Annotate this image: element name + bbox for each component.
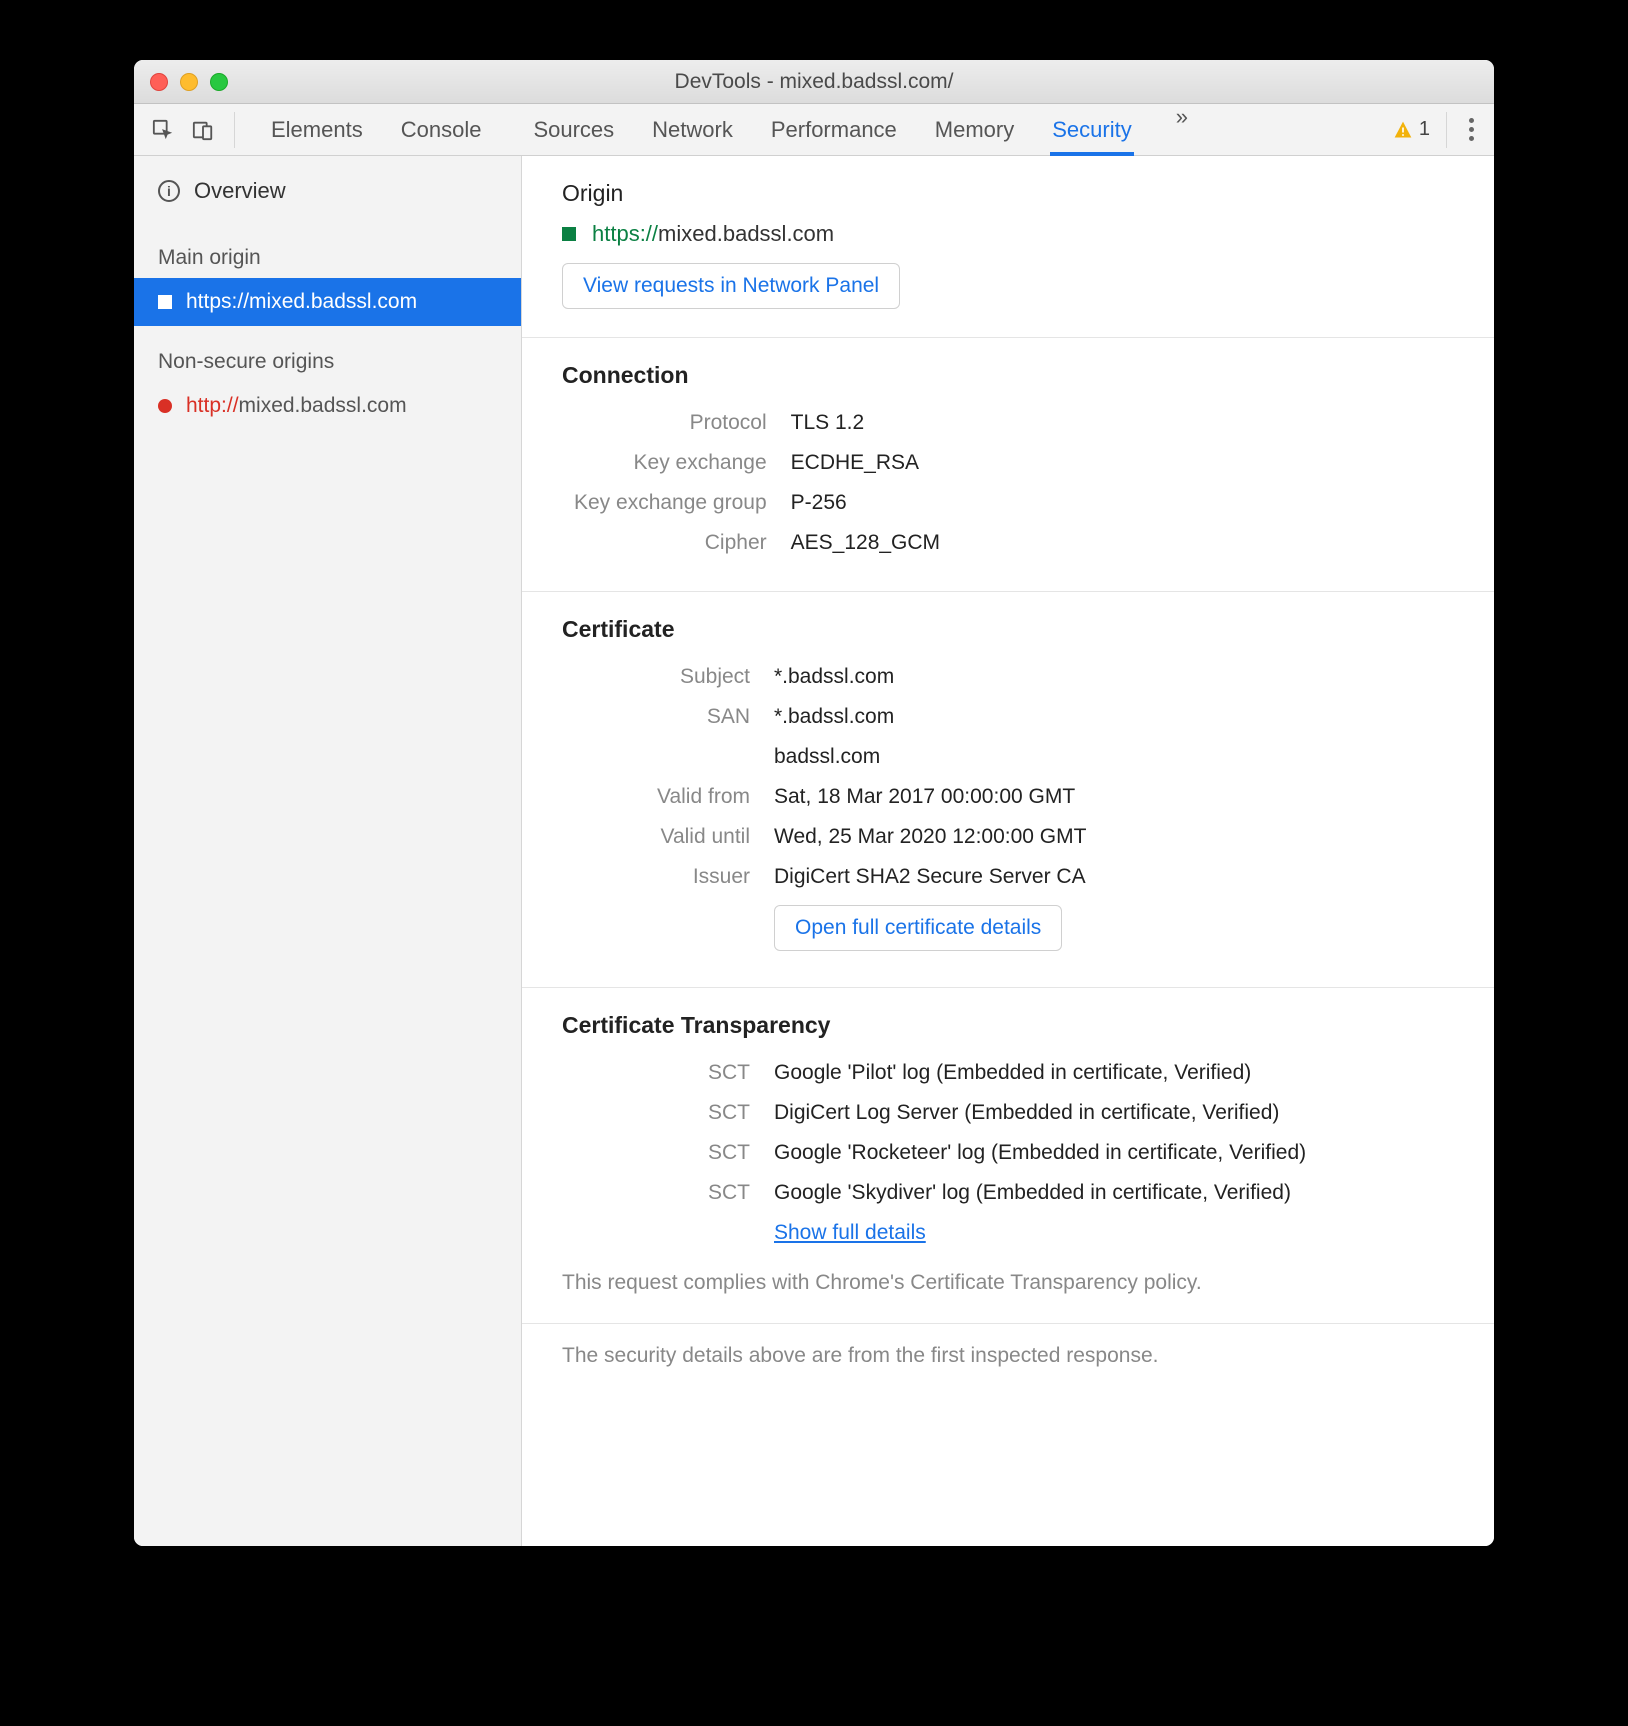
kv-value: Sat, 18 Mar 2017 00:00:00 GMT <box>762 777 1098 817</box>
connection-heading: Connection <box>562 362 1454 389</box>
kv-value: badssl.com <box>762 737 1098 777</box>
tab-sources[interactable]: Sources <box>531 104 616 156</box>
ct-compliance-note: This request complies with Chrome's Cert… <box>562 1271 1454 1295</box>
kv-key: SAN <box>562 697 762 737</box>
titlebar: DevTools - mixed.badssl.com/ <box>134 60 1494 104</box>
devtools-window: DevTools - mixed.badssl.com/ Elements Co… <box>134 60 1494 1546</box>
connection-block: Connection ProtocolTLS 1.2 Key exchangeE… <box>522 338 1494 592</box>
sidebar-item-nonsecure-origin[interactable]: http://mixed.badssl.com <box>134 382 521 430</box>
overview-label: Overview <box>194 178 286 204</box>
settings-menu-icon[interactable] <box>1463 112 1480 147</box>
tabs: Elements Console Sources Network Perform… <box>255 104 1379 156</box>
origin-host: mixed.badssl.com <box>249 290 417 313</box>
origin-scheme: https:// <box>186 290 249 313</box>
insecure-indicator-icon <box>158 399 172 413</box>
kv-key <box>562 737 762 777</box>
open-certificate-button[interactable]: Open full certificate details <box>774 905 1062 951</box>
minimize-icon[interactable] <box>180 73 198 91</box>
kv-value: *.badssl.com <box>762 657 1098 697</box>
more-tabs-icon[interactable]: » <box>1168 104 1196 156</box>
info-icon: i <box>158 180 180 202</box>
zoom-icon[interactable] <box>210 73 228 91</box>
kv-value: Google 'Pilot' log (Embedded in certific… <box>762 1053 1318 1093</box>
certificate-heading: Certificate <box>562 616 1454 643</box>
sidebar-overview[interactable]: i Overview <box>134 156 521 230</box>
kv-value: DigiCert Log Server (Embedded in certifi… <box>762 1093 1318 1133</box>
view-requests-button[interactable]: View requests in Network Panel <box>562 263 900 309</box>
secure-indicator-icon <box>158 295 172 309</box>
sidebar-heading-nonsecure: Non-secure origins <box>134 326 521 382</box>
sidebar: i Overview Main origin https://mixed.bad… <box>134 156 522 1546</box>
device-toolbar-icon[interactable] <box>188 115 218 145</box>
kv-key: Valid from <box>562 777 762 817</box>
kv-key: Cipher <box>562 523 779 563</box>
inspect-element-icon[interactable] <box>148 115 178 145</box>
kv-value: AES_128_GCM <box>779 523 952 563</box>
tab-performance[interactable]: Performance <box>769 104 899 156</box>
kv-key: Subject <box>562 657 762 697</box>
kv-key: SCT <box>562 1173 762 1213</box>
certificate-block: Certificate Subject*.badssl.com SAN*.bad… <box>522 592 1494 988</box>
sidebar-heading-main-origin: Main origin <box>134 230 521 278</box>
kv-value: Google 'Rocketeer' log (Embedded in cert… <box>762 1133 1318 1173</box>
kv-value: Google 'Skydiver' log (Embedded in certi… <box>762 1173 1318 1213</box>
tab-strip: Elements Console Sources Network Perform… <box>134 104 1494 156</box>
footer-note: The security details above are from the … <box>522 1324 1494 1388</box>
window-controls <box>134 73 228 91</box>
separator <box>234 112 235 148</box>
kv-key: Protocol <box>562 403 779 443</box>
kv-value: *.badssl.com <box>762 697 1098 737</box>
kv-key: Key exchange <box>562 443 779 483</box>
tab-console[interactable]: Console <box>399 104 484 156</box>
kv-value: DigiCert SHA2 Secure Server CA <box>762 857 1098 897</box>
kv-value: P-256 <box>779 483 952 523</box>
kv-key: Valid until <box>562 817 762 857</box>
origin-heading: Origin <box>562 180 1454 207</box>
origin-scheme: http:// <box>186 394 239 417</box>
warnings-count: 1 <box>1419 118 1430 141</box>
kv-value: Wed, 25 Mar 2020 12:00:00 GMT <box>762 817 1098 857</box>
origin-host: mixed.badssl.com <box>658 221 834 246</box>
ct-heading: Certificate Transparency <box>562 1012 1454 1039</box>
kv-value: TLS 1.2 <box>779 403 952 443</box>
kv-key: Issuer <box>562 857 762 897</box>
separator <box>1446 112 1447 148</box>
show-full-details-link[interactable]: Show full details <box>774 1221 926 1244</box>
warnings-badge[interactable]: 1 <box>1393 118 1430 141</box>
ct-block: Certificate Transparency SCTGoogle 'Pilo… <box>522 988 1494 1324</box>
close-icon[interactable] <box>150 73 168 91</box>
origin-scheme: https:// <box>592 221 658 246</box>
sidebar-item-main-origin[interactable]: https://mixed.badssl.com <box>134 278 521 326</box>
tab-elements[interactable]: Elements <box>269 104 365 156</box>
secure-indicator-icon <box>562 227 576 241</box>
kv-key: SCT <box>562 1093 762 1133</box>
kv-key: Key exchange group <box>562 483 779 523</box>
origin-block: Origin https://mixed.badssl.com View req… <box>522 156 1494 338</box>
origin-url: https://mixed.badssl.com <box>592 221 834 247</box>
origin-host: mixed.badssl.com <box>239 394 407 417</box>
tab-memory[interactable]: Memory <box>933 104 1016 156</box>
kv-key: SCT <box>562 1053 762 1093</box>
tab-network[interactable]: Network <box>650 104 735 156</box>
tab-security[interactable]: Security <box>1050 104 1133 156</box>
kv-value: ECDHE_RSA <box>779 443 952 483</box>
main-panel: Origin https://mixed.badssl.com View req… <box>522 156 1494 1546</box>
kv-key: SCT <box>562 1133 762 1173</box>
window-title: DevTools - mixed.badssl.com/ <box>134 70 1494 94</box>
